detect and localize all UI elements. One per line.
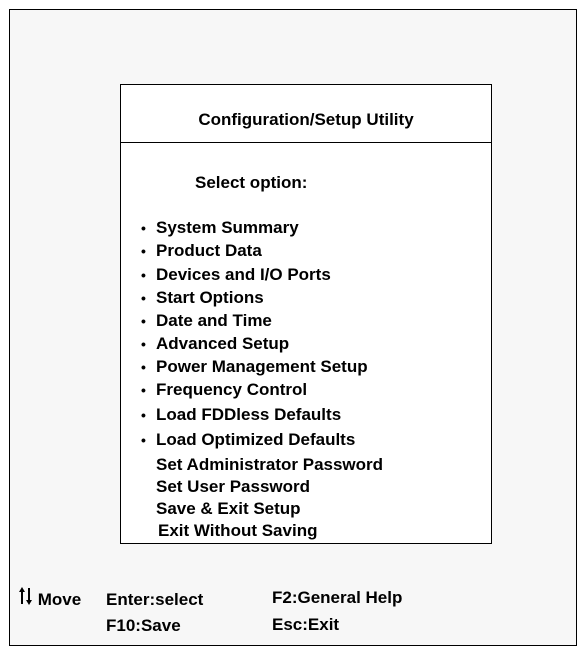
menu-item-label: System Summary [156, 218, 299, 237]
help-f2-general-help: F2:General Help [272, 588, 403, 607]
bullet-icon: • [141, 432, 146, 448]
bullet-icon: • [141, 313, 146, 329]
help-move-label: Move [37, 590, 82, 609]
menu-item-devices-io-ports[interactable]: • Devices and I/O Ports [141, 265, 331, 285]
menu-item-advanced-setup[interactable]: • Advanced Setup [141, 334, 289, 354]
menu-item-power-management-setup[interactable]: • Power Management Setup [141, 357, 368, 377]
panel-title: Configuration/Setup Utility [121, 85, 491, 143]
bullet-icon: • [141, 220, 146, 236]
bullet-icon: • [141, 407, 146, 423]
menu-item-frequency-control[interactable]: • Frequency Control [141, 380, 307, 400]
menu-item-start-options[interactable]: • Start Options [141, 288, 264, 308]
bullet-icon: • [141, 267, 146, 283]
menu-item-label: Frequency Control [156, 380, 308, 399]
menu-item-label: Product Data [156, 241, 262, 260]
menu-item-save-exit-setup[interactable]: Save & Exit Setup [156, 499, 301, 519]
bullet-icon: • [141, 336, 146, 352]
menu-item-load-optimized-defaults[interactable]: • Load Optimized Defaults [141, 430, 355, 450]
bullet-icon: • [141, 290, 146, 306]
select-option-prompt: Select option: [195, 173, 308, 192]
menu-item-product-data[interactable]: • Product Data [141, 241, 262, 261]
menu-item-set-administrator-password[interactable]: Set Administrator Password [156, 455, 383, 475]
menu-item-label: Load Optimized Defaults [156, 430, 356, 449]
menu-item-label: Load FDDless Defaults [156, 405, 342, 424]
bios-screen: Configuration/Setup Utility Select optio… [9, 9, 577, 646]
menu-item-set-user-password[interactable]: Set User Password [156, 477, 310, 497]
menu-item-date-time[interactable]: • Date and Time [141, 311, 272, 331]
help-move: Move [19, 587, 81, 610]
menu-item-system-summary[interactable]: • System Summary [141, 218, 299, 238]
bullet-icon: • [141, 243, 146, 259]
menu-item-exit-without-saving[interactable]: Exit Without Saving [158, 521, 317, 541]
menu-item-label: Devices and I/O Ports [156, 265, 331, 284]
menu-item-label: Advanced Setup [156, 334, 290, 353]
bullet-icon: • [141, 359, 146, 375]
help-esc-exit: Esc:Exit [272, 615, 340, 634]
help-enter-select: Enter:select [106, 590, 204, 609]
help-f10-save: F10:Save [106, 616, 181, 635]
menu-item-load-fddless-defaults[interactable]: • Load FDDless Defaults [141, 405, 341, 425]
setup-menu-panel: Configuration/Setup Utility Select optio… [120, 84, 492, 544]
up-down-arrows-icon [19, 587, 38, 609]
menu-item-label: Date and Time [156, 311, 272, 330]
bullet-icon: • [141, 382, 146, 398]
menu-item-label: Start Options [156, 288, 264, 307]
menu-item-label: Power Management Setup [156, 357, 368, 376]
